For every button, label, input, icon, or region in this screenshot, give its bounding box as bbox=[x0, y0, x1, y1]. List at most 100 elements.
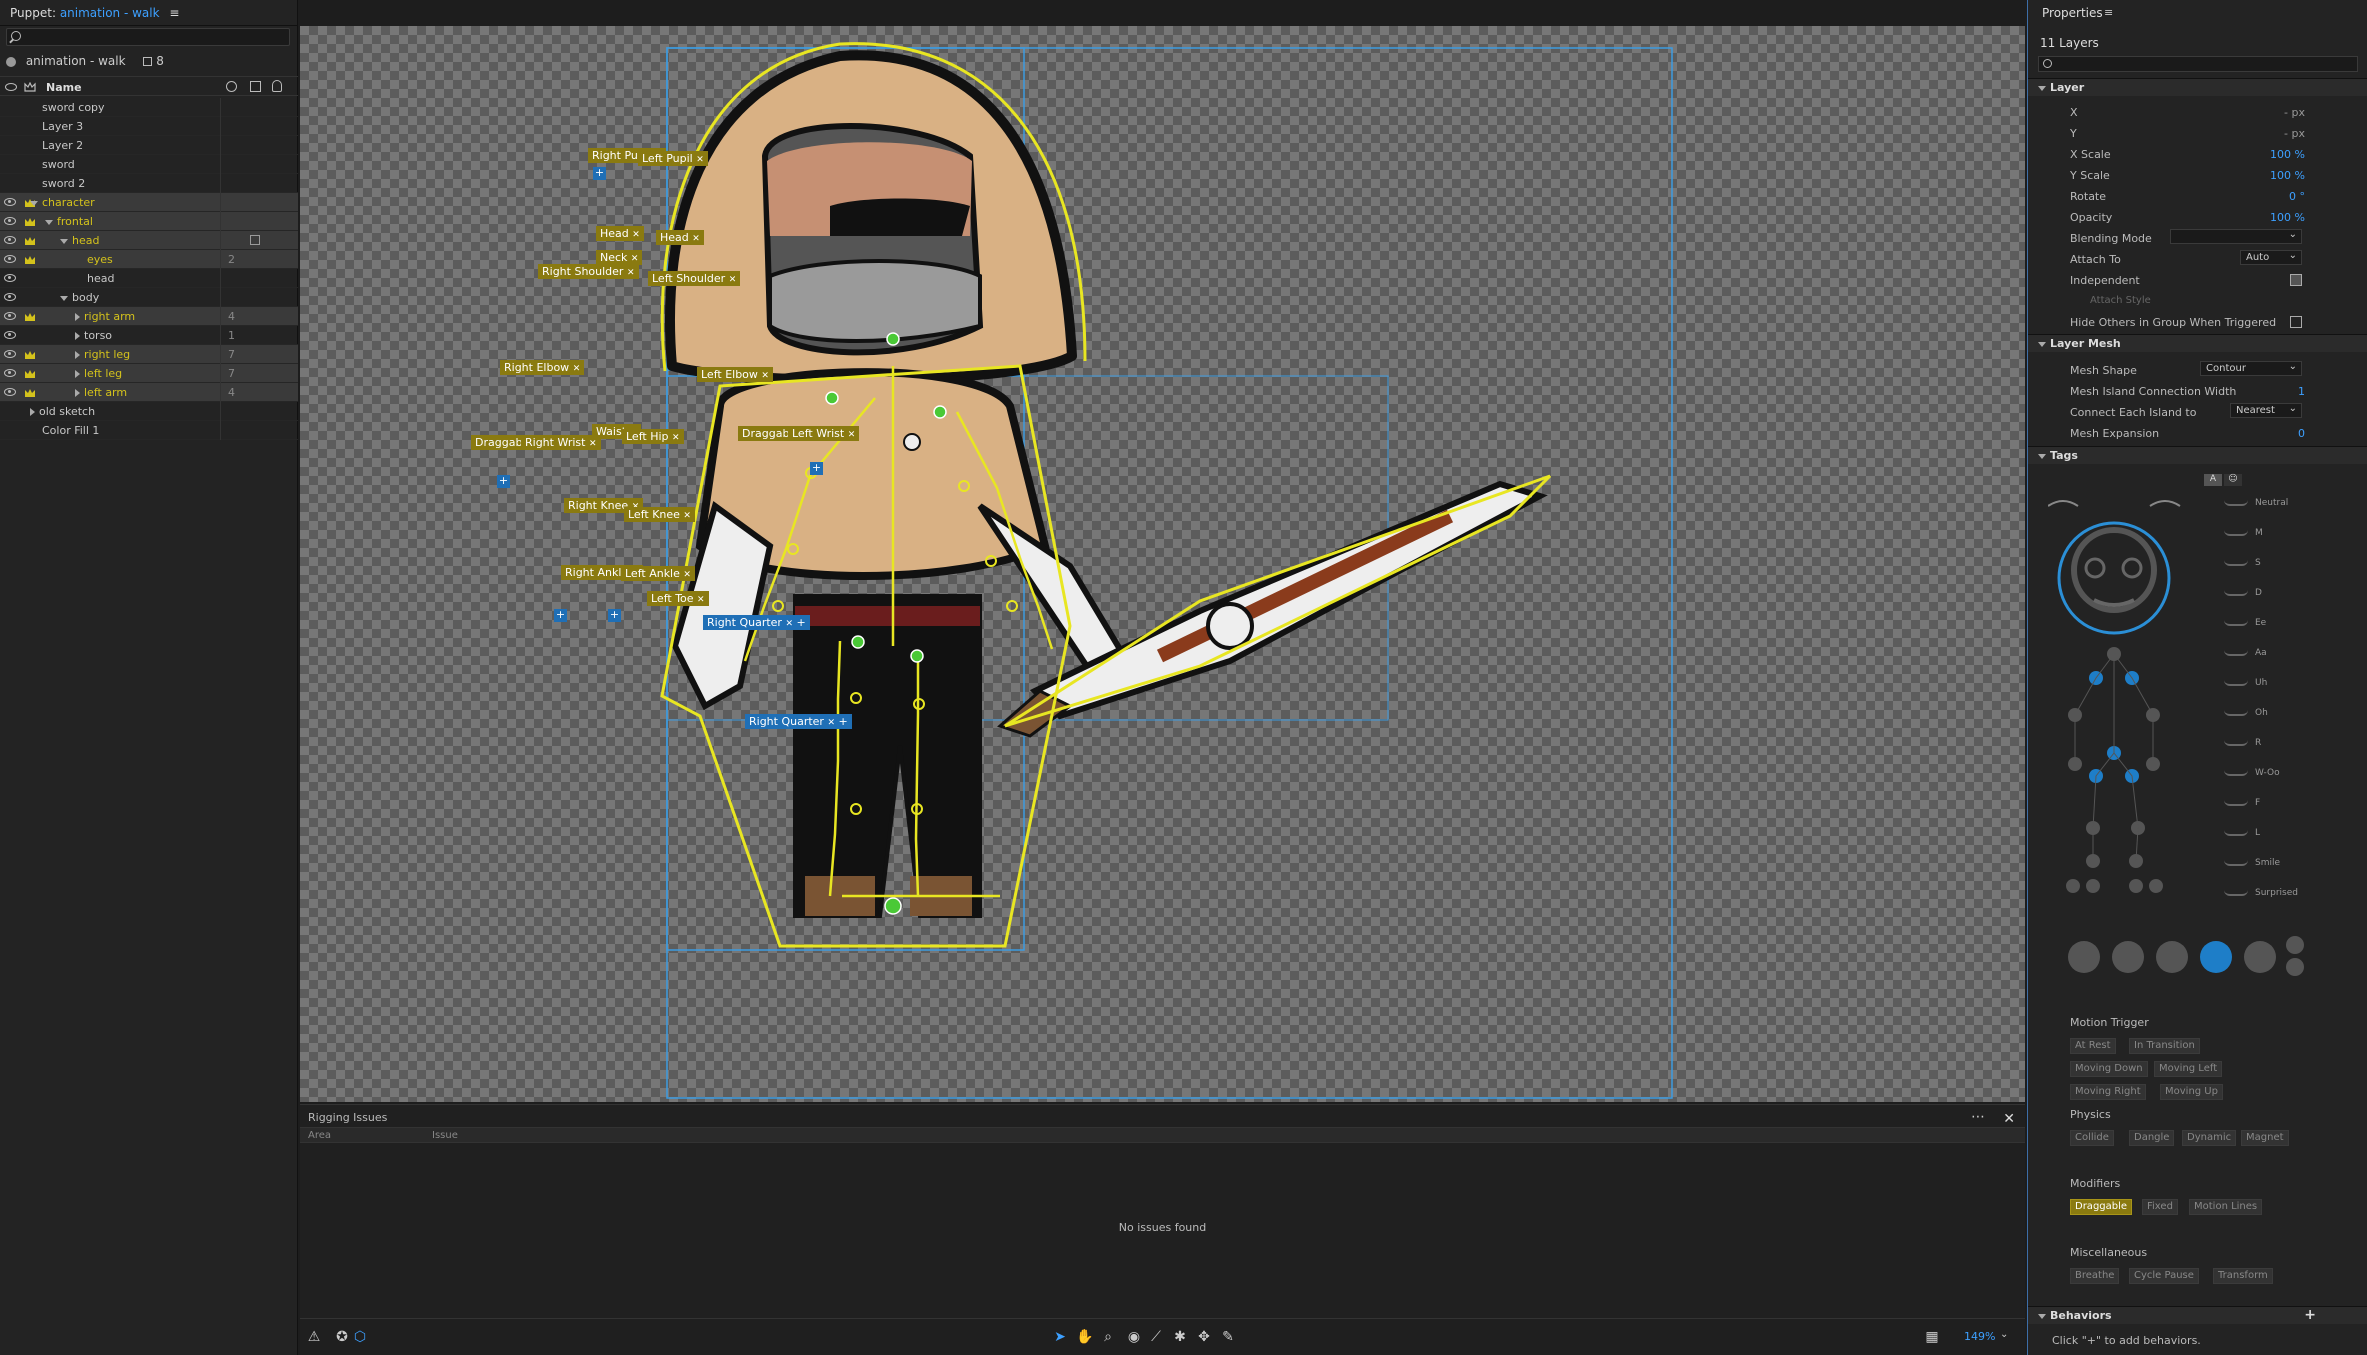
mouth-icon[interactable] bbox=[2224, 590, 2248, 596]
mouth-icon[interactable] bbox=[2224, 740, 2248, 746]
close-icon[interactable]: ✕ bbox=[632, 230, 640, 240]
warning-icon[interactable]: ⚠ bbox=[306, 1329, 322, 1345]
mesh-expansion-value[interactable]: 0 bbox=[2298, 427, 2305, 440]
mouth-icon[interactable] bbox=[2224, 620, 2248, 626]
opacity-value[interactable]: 100 % bbox=[2270, 211, 2305, 224]
handle-tag[interactable]: Left Toe ✕ bbox=[647, 591, 709, 606]
hex-icon[interactable]: ⬡ bbox=[352, 1329, 368, 1345]
view-label-tag[interactable]: Right Quarter ✕ + bbox=[703, 615, 810, 630]
add-behavior-button[interactable]: + bbox=[2304, 1307, 2316, 1323]
handle-tag[interactable]: Right Elbow ✕ bbox=[500, 360, 585, 375]
handle-tag[interactable]: Head ✕ bbox=[656, 230, 704, 245]
area-column-header[interactable]: Area bbox=[308, 1130, 331, 1141]
face-preset-icon[interactable] bbox=[2200, 941, 2232, 973]
y-scale-value[interactable]: 100 % bbox=[2270, 169, 2305, 182]
hand-tool-icon[interactable]: ✋ bbox=[1076, 1329, 1093, 1345]
close-icon[interactable]: ✕ bbox=[827, 718, 835, 728]
add-icon[interactable]: + bbox=[839, 715, 848, 728]
tag-button[interactable]: Moving Up bbox=[2160, 1084, 2223, 1100]
face-preset-icon[interactable] bbox=[2156, 941, 2188, 973]
tag-button[interactable]: Motion Lines bbox=[2189, 1199, 2263, 1215]
record-column-icon[interactable] bbox=[226, 81, 237, 92]
rig-canvas[interactable]: Right Pupil ✕Left Pupil ✕Head ✕Head ✕Nec… bbox=[300, 26, 2025, 1102]
y-value[interactable]: - px bbox=[2284, 127, 2305, 140]
close-icon[interactable]: ✕ bbox=[631, 254, 639, 264]
handle-tag[interactable]: Left Hip ✕ bbox=[622, 429, 684, 444]
eye-icon[interactable] bbox=[4, 198, 16, 206]
face-preset-icon[interactable] bbox=[2286, 958, 2304, 976]
eye-icon[interactable] bbox=[4, 312, 16, 320]
issue-column-header[interactable]: Issue bbox=[432, 1130, 458, 1141]
close-icon[interactable]: ✕ bbox=[697, 595, 705, 605]
chevron-right-icon[interactable] bbox=[75, 389, 80, 397]
handle-tag[interactable]: Left Ankle ✕ bbox=[621, 566, 695, 581]
tag-button[interactable]: Moving Down bbox=[2070, 1061, 2148, 1077]
eye-icon[interactable] bbox=[4, 293, 16, 301]
layer-row[interactable]: torso 1 bbox=[0, 326, 298, 345]
close-icon[interactable]: ✕ bbox=[589, 439, 597, 449]
mouth-icon[interactable] bbox=[2224, 770, 2248, 776]
handle-tag[interactable]: Head ✕ bbox=[596, 226, 644, 241]
chevron-right-icon[interactable] bbox=[75, 313, 80, 321]
add-icon[interactable]: + bbox=[797, 616, 806, 629]
layer-row[interactable]: sword copy bbox=[0, 98, 298, 117]
chevron-down-icon[interactable]: ⌄ bbox=[2000, 1329, 2008, 1340]
crown-icon[interactable] bbox=[24, 312, 36, 321]
close-icon[interactable]: ✕ bbox=[672, 433, 680, 443]
close-icon[interactable]: ✕ bbox=[683, 511, 691, 521]
eye-icon[interactable] bbox=[4, 236, 16, 244]
crown-icon[interactable] bbox=[24, 350, 36, 359]
add-handle-button[interactable]: + bbox=[810, 462, 823, 475]
layer-row[interactable]: old sketch bbox=[0, 402, 298, 421]
chevron-down-icon[interactable] bbox=[60, 295, 68, 301]
layer-row[interactable]: left leg 7 bbox=[0, 364, 298, 383]
tag-button[interactable]: Moving Left bbox=[2154, 1061, 2223, 1077]
view-label-tag[interactable]: Right Quarter ✕ + bbox=[745, 714, 852, 729]
close-icon[interactable]: ✕ bbox=[729, 275, 737, 285]
stick-tool-icon[interactable]: ⟋ bbox=[1148, 1329, 1164, 1345]
x-scale-value[interactable]: 100 % bbox=[2270, 148, 2305, 161]
close-icon[interactable]: ✕ bbox=[761, 371, 769, 381]
tag-button[interactable]: Breathe bbox=[2070, 1268, 2120, 1284]
pin-tool-icon[interactable]: ✱ bbox=[1172, 1329, 1188, 1345]
checker-icon[interactable]: ▦ bbox=[1924, 1329, 1940, 1345]
layer-row[interactable]: character bbox=[0, 193, 298, 212]
chevron-down-icon[interactable] bbox=[45, 219, 53, 225]
puppet-row[interactable]: animation - walk 8 bbox=[6, 54, 290, 72]
menu-icon[interactable]: ≡ bbox=[2104, 6, 2113, 19]
face-preset-icon[interactable] bbox=[2286, 936, 2304, 954]
close-icon[interactable]: ✕ bbox=[627, 268, 635, 278]
zoom-tool-icon[interactable]: ⌕ bbox=[1100, 1329, 1116, 1345]
tag-button[interactable]: Draggable bbox=[2070, 1199, 2133, 1215]
handle-tag[interactable]: Left Wrist ✕ bbox=[788, 426, 860, 441]
crown-icon[interactable] bbox=[24, 236, 36, 245]
handle-tag[interactable]: Left Elbow ✕ bbox=[697, 367, 773, 382]
dangle-tool-icon[interactable]: ✎ bbox=[1220, 1329, 1236, 1345]
mouth-icon[interactable] bbox=[2224, 650, 2248, 656]
rotate-value[interactable]: 0 ° bbox=[2289, 190, 2305, 203]
close-icon[interactable]: ✕ bbox=[696, 155, 704, 165]
eye-icon[interactable] bbox=[4, 350, 16, 358]
tag-button[interactable]: In Transition bbox=[2129, 1038, 2200, 1054]
add-handle-button[interactable]: + bbox=[593, 167, 606, 180]
mouth-icon[interactable] bbox=[2224, 890, 2248, 896]
tag-button[interactable]: Magnet bbox=[2241, 1130, 2289, 1146]
mouth-icon[interactable] bbox=[2224, 530, 2248, 536]
mouth-icon[interactable] bbox=[2224, 500, 2248, 506]
chevron-right-icon[interactable] bbox=[75, 351, 80, 359]
chevron-down-icon[interactable] bbox=[30, 200, 38, 206]
add-handle-button[interactable]: + bbox=[497, 475, 510, 488]
mouth-icon[interactable] bbox=[2224, 680, 2248, 686]
eye-icon[interactable] bbox=[4, 217, 16, 225]
handle-tag[interactable]: Left Pupil ✕ bbox=[638, 151, 708, 166]
eye-icon[interactable] bbox=[4, 255, 16, 263]
close-icon[interactable]: ✕ bbox=[692, 234, 700, 244]
blending-mode-select[interactable]: ⌄ bbox=[2170, 229, 2302, 244]
tag-button[interactable]: Dynamic bbox=[2182, 1130, 2237, 1146]
layer-search-input[interactable] bbox=[6, 28, 290, 46]
name-column-header[interactable]: Name bbox=[46, 81, 82, 94]
tag-figure-diagram[interactable] bbox=[2048, 476, 2208, 916]
add-handle-button[interactable]: + bbox=[608, 609, 621, 622]
chevron-right-icon[interactable] bbox=[30, 408, 35, 416]
layer-row[interactable]: right leg 7 bbox=[0, 345, 298, 364]
